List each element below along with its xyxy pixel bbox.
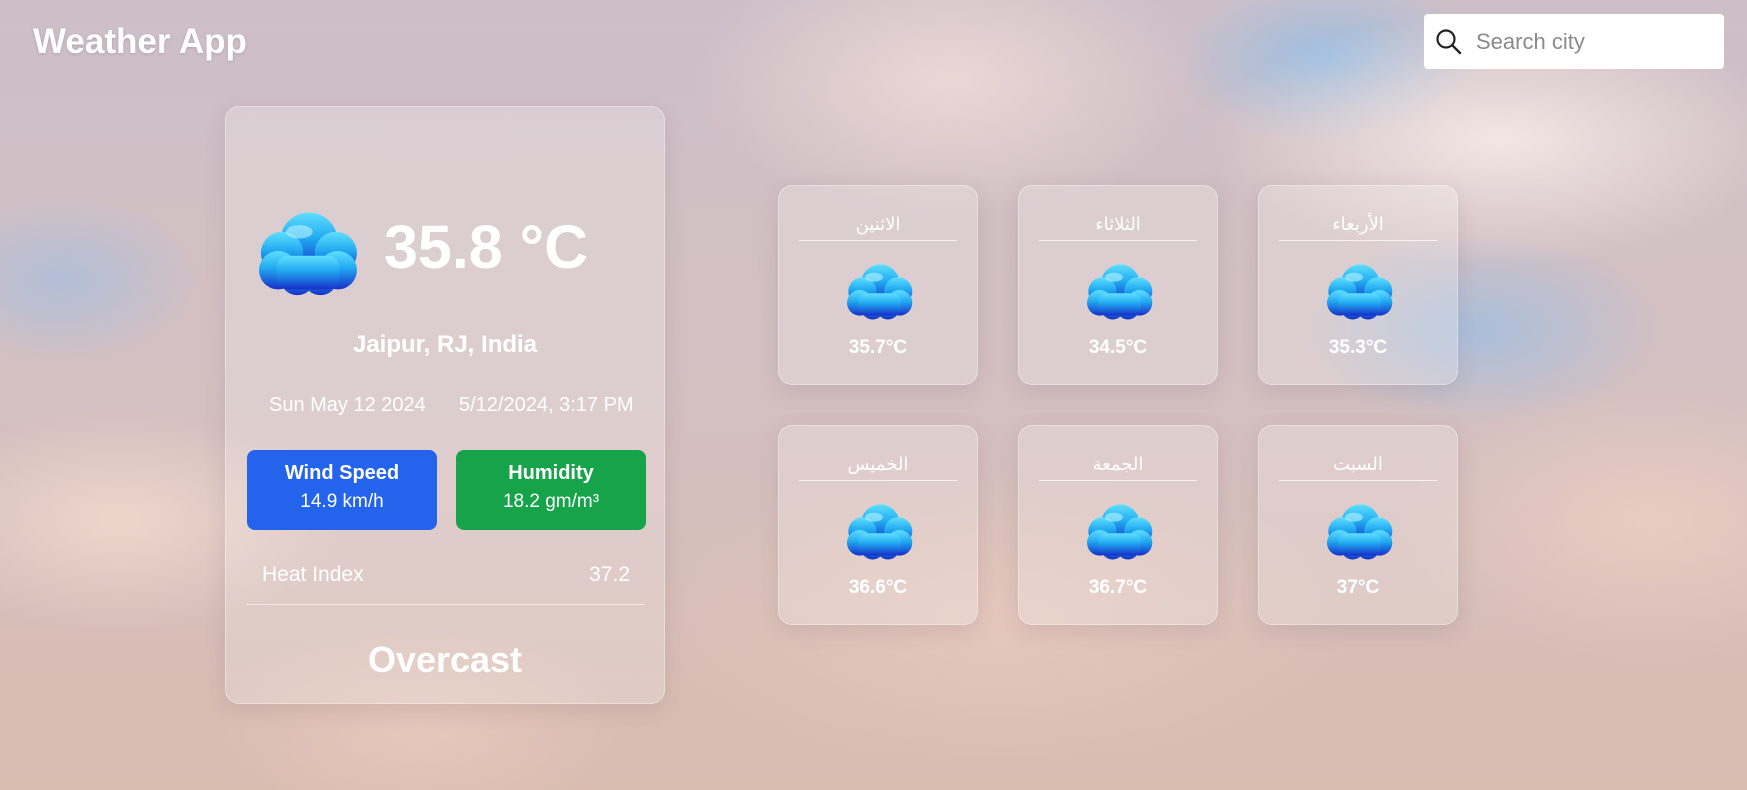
forecast-card: الخميس 36.6°C	[778, 425, 978, 625]
heat-index-value: 37.2	[589, 563, 630, 586]
forecast-temp: 36.7°C	[1088, 577, 1148, 598]
forecast-temp: 35.3°C	[1328, 337, 1388, 358]
wind-speed-label: Wind Speed	[284, 462, 400, 484]
forecast-card: الاثنين 35.7°C	[778, 185, 978, 385]
forecast-temp: 34.5°C	[1088, 337, 1148, 358]
weather-condition: Overcast	[367, 639, 523, 680]
forecast-temp: 35.7°C	[848, 337, 908, 358]
humidity-box: Humidity 18.2 gm/m³	[456, 450, 646, 530]
cloud-icon	[840, 498, 918, 562]
forecast-card: الثلاثاء 34.5°C	[1018, 185, 1218, 385]
humidity-value: 18.2 gm/m³	[502, 491, 600, 512]
current-datetime: 5/12/2024, 3:17 PM	[459, 394, 634, 416]
forecast-day: الاثنين	[799, 212, 957, 241]
cloud-icon	[248, 203, 366, 299]
forecast-day: الخميس	[799, 452, 957, 481]
cloud-icon	[1080, 258, 1158, 322]
wind-speed-box: Wind Speed 14.9 km/h	[247, 450, 437, 530]
cloud-icon	[1320, 498, 1398, 562]
cloud-icon	[1080, 498, 1158, 562]
forecast-day: الجمعة	[1039, 452, 1197, 481]
forecast-card: الجمعة 36.7°C	[1018, 425, 1218, 625]
search-input[interactable]	[1474, 27, 1708, 56]
heat-index-row: Heat Index 37.2	[247, 559, 645, 605]
cloud-icon	[1320, 258, 1398, 322]
forecast-card: السبت 37°C	[1258, 425, 1458, 625]
search-icon	[1436, 28, 1462, 54]
humidity-label: Humidity	[508, 462, 594, 484]
forecast-temp: 37°C	[1336, 577, 1380, 598]
forecast-temp: 36.6°C	[848, 577, 908, 598]
current-weather-card: 35.8 °C Jaipur, RJ, India Sun May 12 202…	[225, 106, 665, 704]
app-title: Weather App	[33, 22, 247, 61]
forecast-card: الأربعاء 35.3°C	[1258, 185, 1458, 385]
heat-index-label: Heat Index	[262, 563, 364, 586]
forecast-day: الثلاثاء	[1039, 212, 1197, 241]
wind-speed-value: 14.9 km/h	[300, 491, 384, 512]
current-temperature: 35.8 °C	[384, 213, 589, 281]
cloud-icon	[840, 258, 918, 322]
forecast-day: الأربعاء	[1279, 212, 1437, 241]
current-date: Sun May 12 2024	[269, 394, 426, 416]
location: Jaipur, RJ, India	[352, 331, 538, 358]
search-box[interactable]	[1424, 14, 1724, 69]
forecast-day: السبت	[1279, 452, 1437, 481]
